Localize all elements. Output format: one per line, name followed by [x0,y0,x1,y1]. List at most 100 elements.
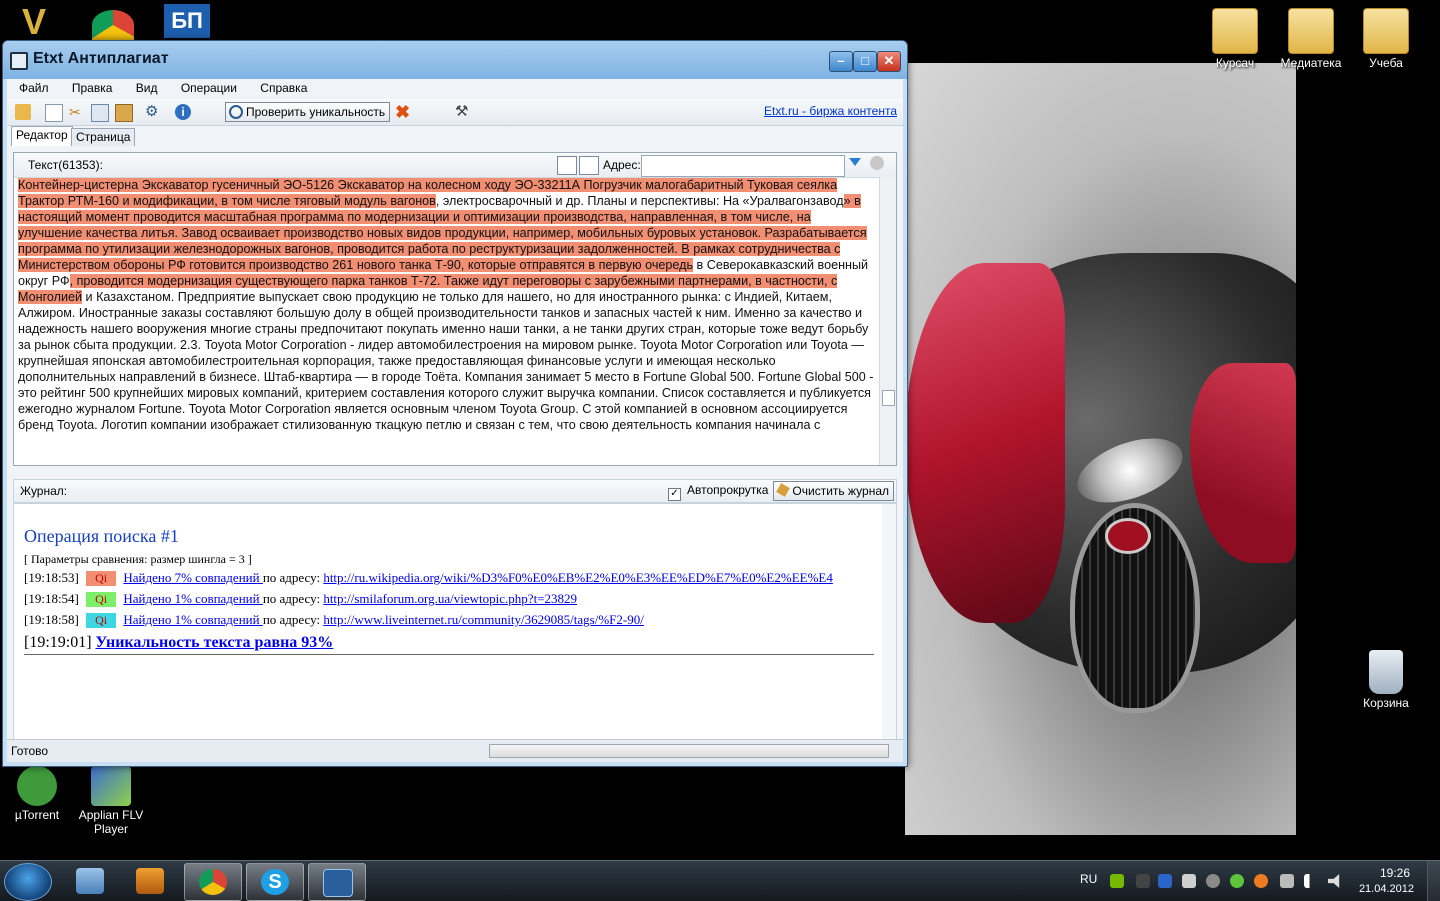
check-uniqueness-button[interactable]: Проверить уникальность [225,102,391,122]
dropdown-arrow-icon[interactable] [849,158,861,166]
menu-operations[interactable]: Операции [173,81,245,95]
v-app-icon[interactable]: V [22,4,58,40]
cut-icon[interactable]: ✂ [69,104,85,120]
desktop-icon-label: Корзина [1363,696,1409,710]
network-icon[interactable] [1304,874,1318,888]
journal-row: [19:18:53] Qi Найдено 7% совпадений по а… [24,570,833,586]
desktop-icon-ucheba[interactable]: Учеба [1351,8,1421,70]
row-address-label: по адресу: [262,612,324,627]
window-titlebar[interactable]: Etxt Антиплагиат – □ ✕ [3,41,907,79]
editor-scroll-thumb[interactable] [882,390,895,406]
tray-flag-icon[interactable] [1280,874,1294,888]
tray-settings-icon[interactable] [1182,874,1196,888]
progress-bar [489,744,889,758]
chrome-desktop-icon[interactable] [92,10,134,40]
desktop-icon-label: Applian FLV Player [78,808,144,836]
row-time: [19:18:58] [24,612,79,627]
stop-icon[interactable]: ✖ [395,103,411,121]
clock-date[interactable]: 21.04.2012 [1359,883,1414,895]
taskbar-skype[interactable]: S [246,863,304,901]
match-link[interactable]: Найдено 7% совпадений [123,570,262,585]
editor-scrollbar[interactable] [879,177,896,465]
minimize-button[interactable]: – [829,51,853,72]
uniqueness-result-link[interactable]: Уникальность текста равна 93% [96,634,334,651]
etxt-exchange-link[interactable]: Etxt.ru - биржа контента [764,104,897,118]
tray-update-icon[interactable] [1230,874,1244,888]
desktop-icon-kursach[interactable]: Курсач [1200,8,1270,70]
match-link[interactable]: Найдено 1% совпадений [123,612,262,627]
row-address-label: по адресу: [262,570,324,585]
view-split-icon[interactable] [579,156,599,175]
paste-icon[interactable] [115,104,133,122]
menu-file[interactable]: Файл [11,81,57,95]
vk-icon[interactable] [1158,874,1172,888]
check-uniqueness-label: Проверить уникальность [246,105,386,119]
taskbar-etxt[interactable] [308,863,366,901]
hammer-icon[interactable]: ⚒ [455,104,471,120]
autoscroll-checkbox[interactable]: ✓ [668,488,681,501]
clear-address-icon[interactable] [870,156,884,170]
desktop-icon-flv-player[interactable]: Applian FLV Player [76,766,146,836]
tab-page[interactable]: Страница [71,128,136,146]
result-time: [19:19:01] [24,634,92,651]
maximize-button[interactable]: □ [853,51,877,72]
utorrent-icon [17,766,57,806]
address-input[interactable] [641,155,845,177]
match-link[interactable]: Найдено 1% совпадений [123,591,262,606]
settings-icon[interactable]: ⚙ [145,104,161,120]
source-url-link[interactable]: http://ru.wikipedia.org/wiki/%D3%F0%E0%E… [323,570,833,585]
desktop-icon-label: Медиатека [1280,56,1342,70]
qi-badge: Qi [86,592,117,607]
source-url-link[interactable]: http://smilaforum.org.ua/viewtopic.php?t… [323,591,577,606]
menu-view[interactable]: Вид [128,81,166,95]
window-client: Файл Правка Вид Операции Справка ✂ ⚙ i П… [7,79,903,762]
nvidia-icon[interactable] [1110,874,1124,888]
tray-app-icon[interactable] [1136,874,1150,888]
status-text: Готово [11,744,49,758]
new-document-icon[interactable] [45,104,63,122]
etxt-icon [323,869,353,897]
desktop-wallpaper [905,63,1296,835]
clear-journal-label: Очистить журнал [792,484,889,498]
view-single-icon[interactable] [557,156,577,175]
source-url-link[interactable]: http://www.liveinternet.ru/community/362… [323,612,644,627]
toolbar: ✂ ⚙ i Проверить уникальность ✖ ⚒ Etxt.ru… [7,99,903,126]
etxt-window: Etxt Антиплагиат – □ ✕ Файл Правка Вид О… [2,40,908,767]
show-desktop-button[interactable] [1427,861,1440,901]
address-label: Адрес: [603,158,641,172]
skype-icon: S [261,869,289,895]
journal-row: [19:18:54] Qi Найдено 1% совпадений по а… [24,591,577,607]
info-icon[interactable]: i [175,104,191,120]
tab-editor[interactable]: Редактор [11,126,73,146]
menu-edit[interactable]: Правка [64,81,121,95]
close-button[interactable]: ✕ [877,51,901,72]
tray-alert-icon[interactable] [1254,874,1268,888]
row-time: [19:18:53] [24,570,79,585]
desktop-icon-recycle-bin[interactable]: Корзина [1351,650,1421,710]
tray-disk-icon[interactable] [1206,874,1220,888]
language-indicator[interactable]: RU [1080,872,1097,886]
qi-badge: Qi [86,571,117,586]
clear-journal-button[interactable]: Очистить журнал [773,481,894,501]
editor-panel: Текст(61353): Адрес: Контейнер-цистерна … [13,152,897,466]
system-tray: RU 19:26 21.04.2012 [1074,861,1440,901]
desktop-icon-utorrent[interactable]: µTorrent [2,766,72,822]
menu-help[interactable]: Справка [252,81,315,95]
text-editor[interactable]: Контейнер-цистерна Экскаватор гусеничный… [16,177,878,465]
desktop-icon-mediateka[interactable]: Медиатека [1276,8,1346,70]
start-button[interactable] [4,863,52,901]
open-folder-icon[interactable] [15,104,31,120]
bp-app-icon[interactable]: БП [164,4,210,38]
clock-time[interactable]: 19:26 [1380,866,1410,880]
journal-scrollbar[interactable] [882,504,896,740]
taskbar-chrome[interactable] [184,863,242,901]
taskbar-media-player[interactable] [122,863,178,899]
qi-badge: Qi [86,613,117,628]
taskbar-explorer[interactable] [62,863,118,899]
copy-icon[interactable] [91,104,109,122]
volume-icon[interactable] [1328,874,1340,888]
autoscroll-toggle[interactable]: ✓ Автопрокрутка [668,483,768,501]
journal-header: Журнал: ✓ Автопрокрутка Очистить журнал [13,479,897,503]
app-icon [10,52,28,70]
car-badge-image [1105,518,1151,554]
